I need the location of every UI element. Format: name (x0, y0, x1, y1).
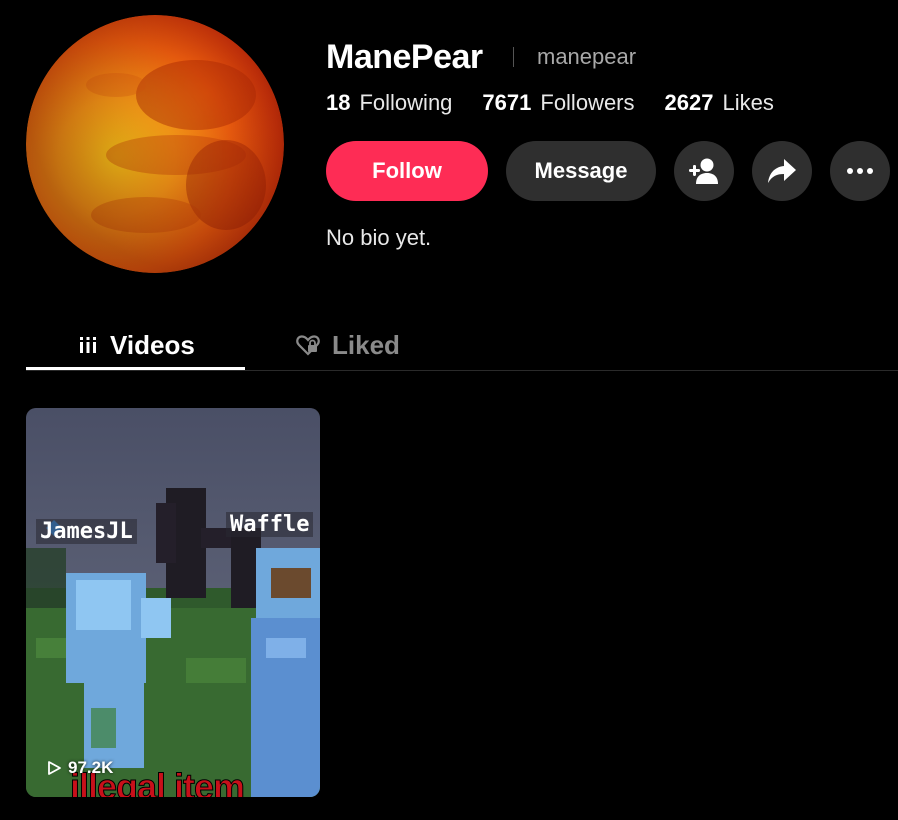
likes-count: 2627 (664, 90, 714, 115)
profile-display-name: ManePear (326, 38, 483, 76)
profile-avatar[interactable] (26, 15, 284, 273)
video-view-count: 97.2K (46, 758, 113, 778)
profile-page: ManePear manepear 18 Following 7671 Foll… (0, 0, 898, 820)
following-label: Following (359, 90, 453, 115)
followers-label: Followers (540, 90, 635, 115)
profile-bio: No bio yet. (326, 225, 432, 250)
add-user-icon (689, 158, 718, 184)
grid-bars-icon (78, 335, 98, 355)
video-thumbnail-card[interactable]: JamesJL Waffle illegal item 97.2K (26, 408, 320, 797)
name-divider (513, 47, 514, 67)
likes-stat: 2627 Likes (665, 90, 774, 116)
tab-liked-label: Liked (332, 329, 400, 360)
following-stat[interactable]: 18 Following (326, 90, 452, 116)
tab-liked[interactable]: Liked (296, 320, 400, 370)
tab-videos-label: Videos (110, 329, 195, 360)
profile-handle: manepear (537, 44, 637, 69)
tab-videos[interactable]: Videos (78, 320, 195, 370)
message-button[interactable]: Message (506, 141, 656, 201)
followers-count: 7671 (482, 90, 532, 115)
likes-label: Likes (722, 90, 774, 115)
play-icon (46, 760, 62, 776)
profile-stats: 18 Following 7671 Followers 2627 Likes (326, 90, 804, 116)
video-nametag-waffle: Waffle (226, 512, 314, 537)
more-options-button[interactable] (830, 141, 890, 201)
video-views-label: 97.2K (68, 758, 114, 777)
share-arrow-icon (768, 159, 796, 183)
tabs-divider (26, 370, 898, 371)
more-dots-icon (847, 168, 873, 174)
planet-mars-avatar-icon (26, 15, 284, 273)
share-button[interactable] (752, 141, 812, 201)
video-nametag-james: JamesJL (36, 519, 137, 544)
add-friend-button[interactable] (674, 141, 734, 201)
follow-button[interactable]: Follow (326, 141, 488, 201)
followers-stat[interactable]: 7671 Followers (482, 90, 634, 116)
following-count: 18 (326, 90, 351, 115)
video-thumbnail-image (26, 408, 320, 797)
heart-lock-icon (296, 334, 320, 356)
